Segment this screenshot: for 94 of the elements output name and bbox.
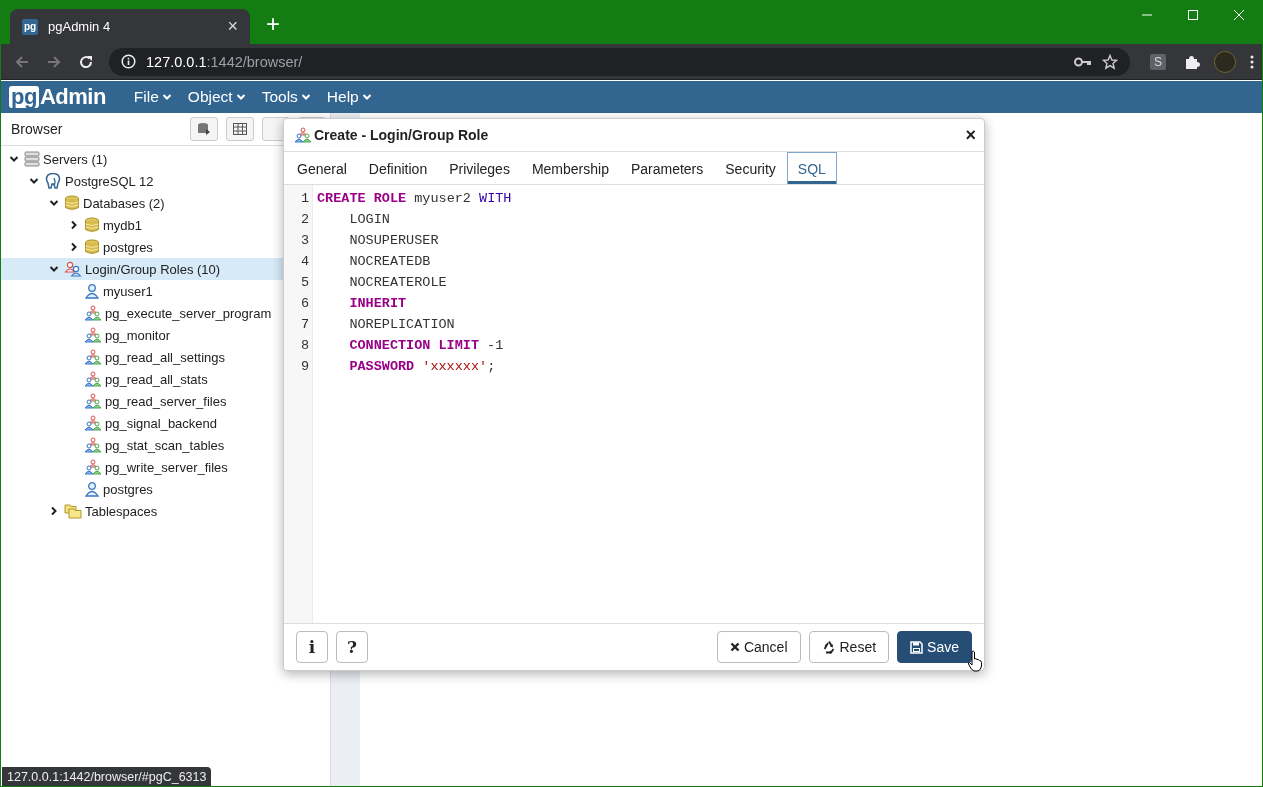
chevron-down-icon[interactable]: [235, 92, 246, 102]
panel-title: Browser: [11, 121, 64, 137]
star-icon[interactable]: [1102, 53, 1118, 70]
address-bar[interactable]: 127.0.0.1:1442/browser/: [109, 47, 1130, 76]
reset-button[interactable]: Reset: [808, 631, 890, 663]
group-icon: [84, 327, 102, 343]
chevron-right-icon[interactable]: [49, 506, 59, 516]
tab[interactable]: SQL: [786, 152, 837, 184]
user-icon: [84, 283, 100, 299]
line-number: 6: [299, 295, 310, 313]
table-view-button[interactable]: [226, 117, 254, 141]
help-button[interactable]: ?: [336, 631, 368, 663]
chevron-right-icon[interactable]: [69, 242, 79, 252]
tab[interactable]: Security: [714, 152, 787, 184]
cancel-button[interactable]: Cancel: [716, 631, 801, 663]
code-line: NOCREATEROLE: [348, 274, 447, 292]
group-icon: [84, 393, 102, 409]
users-icon: [64, 261, 82, 277]
close-icon[interactable]: [1233, 9, 1245, 21]
chevron-down-icon[interactable]: [9, 154, 19, 164]
elephant-icon: [44, 173, 62, 189]
line-number: 9: [299, 358, 310, 376]
menu-item[interactable]: Help: [320, 88, 378, 106]
menu-item[interactable]: Object: [181, 88, 252, 106]
group-icon: [84, 437, 102, 453]
maximize-icon[interactable]: [1187, 9, 1199, 21]
group-icon: [84, 415, 102, 431]
database-icon: [64, 195, 80, 211]
back-arrow-icon[interactable]: [14, 53, 30, 70]
tree-item[interactable]: pg_write_server_files: [1, 456, 330, 478]
line-number: 2: [299, 211, 310, 229]
info-icon[interactable]: [121, 54, 136, 69]
browser-tab[interactable]: pg pgAdmin 4 ×: [10, 9, 250, 44]
dialog-title: Create - Login/Group Role: [314, 127, 490, 143]
code-line: LOGIN: [348, 211, 390, 229]
tab[interactable]: Definition: [357, 152, 439, 184]
code-line: NOSUPERUSER: [348, 232, 439, 250]
line-number: 1: [299, 190, 310, 208]
recycle-icon: [821, 640, 836, 654]
user-icon: [84, 481, 100, 497]
info-button[interactable]: i: [296, 631, 328, 663]
database-icon: [84, 217, 100, 233]
group-icon: [84, 349, 102, 365]
tab[interactable]: Privileges: [438, 152, 521, 184]
table-icon: [233, 123, 247, 135]
status-url: 127.0.0.1:1442/browser/#pgC_6313: [2, 767, 212, 786]
tab-close-button[interactable]: ×: [227, 16, 238, 37]
close-button[interactable]: ×: [965, 124, 976, 146]
database-icon: [197, 122, 211, 136]
menu-item[interactable]: File: [127, 88, 178, 106]
tab-title: pgAdmin 4: [48, 19, 112, 34]
favicon: pg: [22, 18, 38, 35]
chevron-right-icon[interactable]: [69, 220, 79, 230]
line-number: 8: [299, 337, 310, 355]
chevron-down-icon[interactable]: [361, 92, 372, 102]
code-line: CONNECTION LIMIT -1: [348, 337, 504, 355]
chevron-down-icon[interactable]: [161, 92, 172, 102]
tab[interactable]: Parameters: [619, 152, 715, 184]
line-number: 7: [299, 316, 310, 334]
chevron-down-icon[interactable]: [29, 176, 39, 186]
tab[interactable]: Membership: [520, 152, 620, 184]
code-line: CREATE ROLE myuser2 WITH: [317, 190, 512, 208]
new-tab-button[interactable]: +: [266, 10, 280, 38]
code-line: NOCREATEDB: [348, 253, 431, 271]
chevron-down-icon[interactable]: [49, 198, 59, 208]
chevron-down-icon[interactable]: [300, 92, 311, 102]
tree-item[interactable]: Tablespaces: [1, 500, 330, 522]
forward-arrow-icon[interactable]: [46, 53, 62, 70]
folders-icon: [64, 503, 82, 519]
reload-icon[interactable]: [78, 53, 94, 70]
code-line: PASSWORD 'xxxxxx';: [348, 358, 496, 376]
tree-item[interactable]: pg_stat_scan_tables: [1, 434, 330, 456]
tab[interactable]: General: [286, 152, 358, 184]
query-tool-button[interactable]: [190, 117, 218, 141]
group-icon: [84, 371, 102, 387]
logo[interactable]: pgAdmin: [9, 84, 106, 110]
menu-item[interactable]: Tools: [255, 88, 317, 106]
line-number: 3: [299, 232, 310, 250]
code-line: INHERIT: [348, 295, 407, 313]
more-menu-icon[interactable]: [1250, 54, 1254, 69]
group-icon: [294, 127, 312, 143]
tree-item[interactable]: pg_read_server_files: [1, 390, 330, 412]
puzzle-icon[interactable]: [1184, 53, 1200, 70]
tree-item[interactable]: pg_signal_backend: [1, 412, 330, 434]
server-stack-icon: [24, 151, 40, 167]
chevron-down-icon[interactable]: [49, 264, 59, 274]
code-line: NOREPLICATION: [348, 316, 455, 334]
group-icon: [84, 459, 102, 475]
group-icon: [84, 305, 102, 321]
close-icon: [729, 642, 740, 652]
tree-item[interactable]: postgres: [1, 478, 330, 500]
key-icon[interactable]: [1074, 55, 1092, 68]
database-icon: [84, 239, 100, 255]
extension-button[interactable]: S: [1150, 53, 1166, 70]
